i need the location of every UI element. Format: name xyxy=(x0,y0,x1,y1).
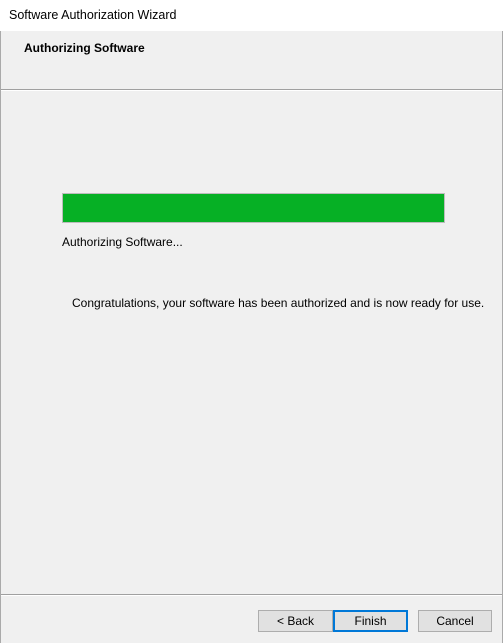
wizard-content: Authorizing Software... Congratulations,… xyxy=(1,91,502,594)
cancel-button[interactable]: Cancel xyxy=(418,610,492,632)
wizard-header: Authorizing Software xyxy=(1,31,502,89)
window-title: Software Authorization Wizard xyxy=(9,8,177,22)
title-bar[interactable]: Software Authorization Wizard xyxy=(0,0,503,31)
authorization-progress-bar xyxy=(62,193,445,223)
progress-status-text: Authorizing Software... xyxy=(62,235,183,249)
progress-fill xyxy=(63,194,444,222)
back-button[interactable]: < Back xyxy=(258,610,333,632)
wizard-footer: < Back Finish Cancel xyxy=(1,596,502,643)
page-heading: Authorizing Software xyxy=(24,41,145,55)
success-message: Congratulations, your software has been … xyxy=(72,296,485,310)
finish-button[interactable]: Finish xyxy=(333,610,408,632)
